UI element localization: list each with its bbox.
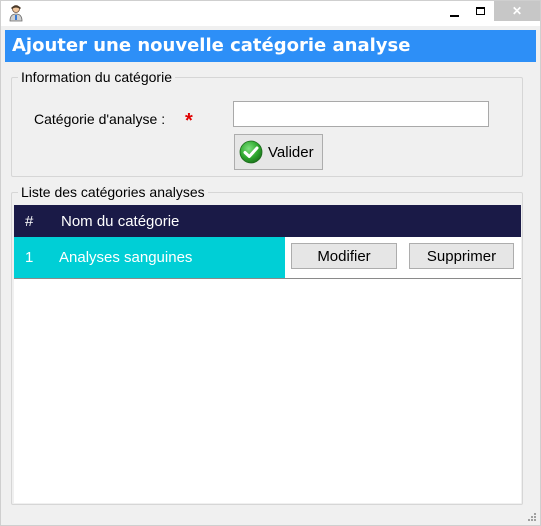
- list-groupbox-legend: Liste des catégories analyses: [18, 184, 208, 200]
- minimize-button[interactable]: [441, 1, 467, 21]
- minimize-icon: [449, 14, 459, 17]
- row-highlight: 1 Analyses sanguines: [14, 237, 285, 278]
- info-groupbox-legend: Information du catégorie: [18, 69, 175, 85]
- maximize-icon: [476, 7, 485, 15]
- app-user-icon: [9, 5, 23, 22]
- valider-button-label: Valider: [268, 143, 314, 161]
- valider-button[interactable]: Valider: [234, 134, 323, 170]
- close-button[interactable]: ✕: [494, 1, 540, 21]
- required-marker: *: [185, 110, 193, 132]
- page-title: Ajouter une nouvelle catégorie analyse: [5, 30, 536, 62]
- maximize-button[interactable]: [467, 1, 494, 21]
- check-icon: [239, 140, 263, 164]
- table-header: # Nom du catégorie: [14, 205, 521, 237]
- close-icon: ✕: [511, 4, 523, 18]
- row-number: 1: [25, 249, 34, 266]
- supprimer-button[interactable]: Supprimer: [409, 243, 514, 269]
- modifier-button[interactable]: Modifier: [291, 243, 397, 269]
- resize-grip-icon[interactable]: [527, 512, 537, 522]
- column-header-number: #: [25, 213, 34, 230]
- categories-table: # Nom du catégorie 1 Analyses sanguines …: [14, 205, 521, 503]
- category-field-label: Catégorie d'analyse :: [34, 111, 166, 127]
- table-row[interactable]: 1 Analyses sanguines Modifier Supprimer: [14, 237, 521, 279]
- row-category-name: Analyses sanguines: [59, 249, 193, 266]
- title-bar: ✕: [1, 1, 540, 26]
- column-header-name: Nom du catégorie: [61, 213, 180, 230]
- app-window: ✕ Ajouter une nouvelle catégorie analyse…: [0, 0, 541, 526]
- category-name-input[interactable]: [233, 101, 489, 127]
